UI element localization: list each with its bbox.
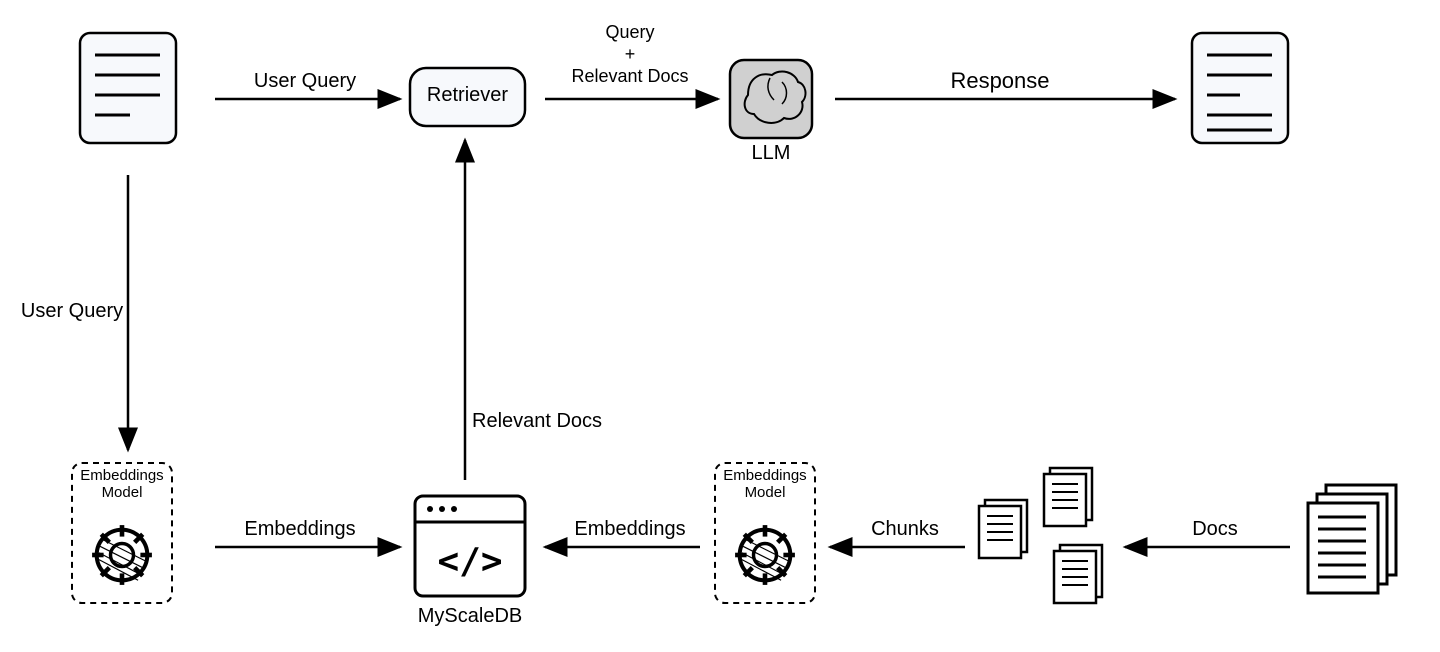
llm-caption: LLM xyxy=(730,142,812,165)
myscaledb-node: </> xyxy=(415,496,525,596)
edge-label-embeddings-right: Embeddings xyxy=(560,518,700,541)
source-docs-icon xyxy=(1308,485,1396,593)
diagram-svg: </> xyxy=(0,0,1440,652)
edge-label-query-line1: Query xyxy=(545,22,715,43)
edge-label-query-line2: Relevant Docs xyxy=(545,66,715,87)
edge-label-user-query-top: User Query xyxy=(225,70,385,93)
llm-node xyxy=(730,60,812,138)
edge-label-response: Response xyxy=(920,68,1080,94)
edge-label-user-query-vertical: User Query xyxy=(2,300,142,323)
myscaledb-caption: MyScaleDB xyxy=(415,605,525,628)
edge-label-chunks: Chunks xyxy=(850,518,960,541)
svg-text:</>: </> xyxy=(437,541,502,582)
edge-label-docs: Docs xyxy=(1170,518,1260,541)
edge-label-embeddings-left: Embeddings xyxy=(215,518,385,541)
edge-label-relevant-docs-vertical: Relevant Docs xyxy=(472,410,632,433)
retriever-label: Retriever xyxy=(410,84,525,107)
edge-label-query-plus: + xyxy=(545,44,715,65)
embeddings-model-left-label: Embeddings Model xyxy=(72,468,172,501)
user-query-doc-icon xyxy=(80,33,176,143)
chunks-docs-icon xyxy=(979,468,1102,603)
embeddings-model-right-label: Embeddings Model xyxy=(715,468,815,501)
response-doc-icon xyxy=(1192,33,1288,143)
